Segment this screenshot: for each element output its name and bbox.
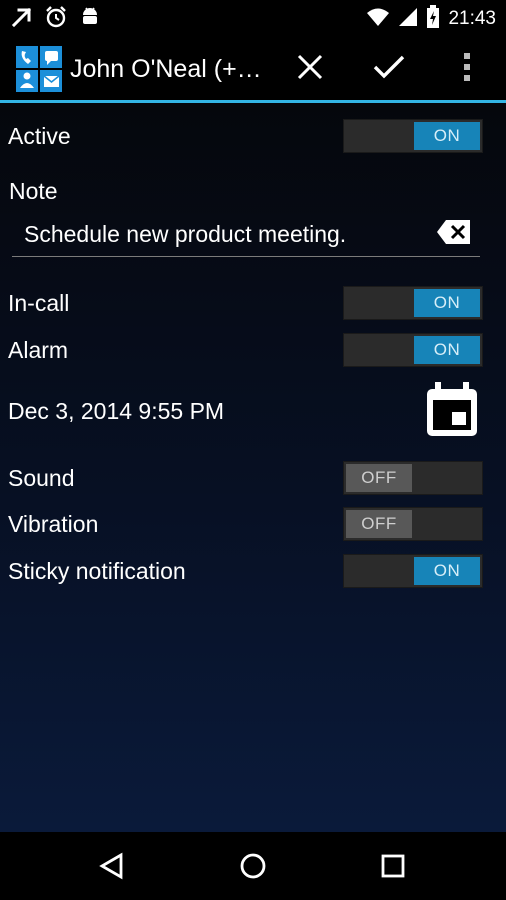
settings-content: Active ON Note Schedule new product meet… (0, 103, 506, 832)
in-call-label: In-call (8, 289, 70, 316)
toggle-state: OFF (346, 464, 412, 492)
toggle-state: OFF (346, 510, 412, 538)
overflow-menu-icon (463, 52, 471, 87)
sound-row: Sound OFF (0, 461, 506, 495)
vibration-toggle[interactable]: OFF (343, 507, 483, 541)
home-icon (240, 853, 266, 879)
close-icon (297, 54, 323, 85)
navigation-bar (0, 832, 506, 900)
vibration-label: Vibration (8, 510, 99, 537)
backspace-clear-icon (437, 220, 470, 244)
alarm-label: Alarm (8, 336, 69, 363)
sticky-notification-toggle[interactable]: ON (343, 554, 483, 588)
toggle-state: ON (414, 289, 480, 317)
status-clock: 21:43 (448, 8, 496, 29)
note-input[interactable]: Schedule new product meeting. (12, 211, 480, 257)
note-label: Note (9, 177, 58, 204)
back-button[interactable] (90, 844, 134, 888)
status-bar: 21:43 (0, 0, 506, 38)
alarm-clock-icon (44, 5, 68, 34)
sticky-notification-label: Sticky notification (8, 557, 186, 584)
alarm-toggle[interactable]: ON (343, 333, 483, 367)
datetime-row[interactable]: Dec 3, 2014 9:55 PM (0, 380, 506, 442)
sound-label: Sound (8, 464, 75, 491)
battery-charging-icon (426, 4, 440, 34)
alarm-row: Alarm ON (0, 333, 506, 367)
active-row: Active ON (0, 119, 506, 153)
close-button[interactable] (288, 38, 332, 100)
wifi-icon (366, 7, 390, 32)
active-toggle[interactable]: ON (343, 119, 483, 153)
in-call-row: In-call ON (0, 286, 506, 320)
overflow-menu-button[interactable] (452, 38, 482, 100)
cell-signal-icon (398, 7, 418, 32)
recents-button[interactable] (371, 844, 415, 888)
back-icon (99, 852, 123, 880)
datetime-value[interactable]: Dec 3, 2014 9:55 PM (8, 398, 224, 425)
clear-text-button[interactable] (436, 219, 472, 245)
contact-title: John O'Neal (+… (70, 54, 262, 83)
active-label: Active (8, 122, 71, 149)
action-bar: John O'Neal (+… (0, 38, 506, 100)
note-label-row: Note (0, 176, 506, 206)
sound-toggle[interactable]: OFF (343, 461, 483, 495)
note-value: Schedule new product meeting. (24, 221, 347, 247)
toggle-state: ON (414, 336, 480, 364)
check-icon (373, 54, 405, 85)
calendar-icon[interactable] (425, 382, 479, 443)
contacts-app-icon[interactable] (16, 46, 62, 92)
toggle-state: ON (414, 557, 480, 585)
confirm-button[interactable] (364, 38, 414, 100)
recents-icon (381, 854, 405, 878)
sticky-notification-row: Sticky notification ON (0, 554, 506, 588)
android-icon (78, 5, 102, 34)
trending-arrow-icon (10, 5, 34, 34)
toggle-state: ON (414, 122, 480, 150)
in-call-toggle[interactable]: ON (343, 286, 483, 320)
vibration-row: Vibration OFF (0, 507, 506, 541)
home-button[interactable] (231, 844, 275, 888)
